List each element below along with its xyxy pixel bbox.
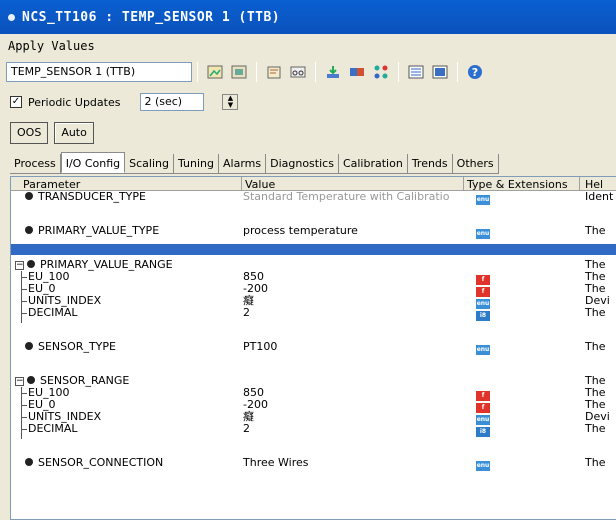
tab-calibration[interactable]: Calibration bbox=[339, 154, 408, 173]
parameter-grid: Parameter Value Type & Extensions Hel TR… bbox=[10, 176, 616, 520]
type-badge: enu bbox=[476, 195, 490, 205]
tab-trends[interactable]: Trends bbox=[408, 154, 453, 173]
param-name: TRANSDUCER_TYPE bbox=[38, 190, 146, 203]
tab-io-config[interactable]: I/O Config bbox=[60, 152, 126, 173]
tab-tuning[interactable]: Tuning bbox=[174, 154, 219, 173]
detail-view-icon[interactable] bbox=[430, 62, 450, 82]
parameter-bullet-icon bbox=[25, 342, 33, 350]
download-icon[interactable] bbox=[323, 62, 343, 82]
tab-process[interactable]: Process bbox=[10, 154, 61, 173]
param-value[interactable]: Three Wires bbox=[243, 457, 308, 469]
param-help: The bbox=[585, 224, 606, 237]
column-divider[interactable] bbox=[579, 177, 580, 191]
collapse-icon[interactable]: − bbox=[15, 377, 24, 386]
help-icon[interactable]: ? bbox=[465, 62, 485, 82]
title-bar: NCS_TT106 : TEMP_SENSOR 1 (TTB) bbox=[0, 0, 616, 34]
picture-icon[interactable] bbox=[229, 62, 249, 82]
toolbar-separator bbox=[256, 62, 257, 82]
param-help: The bbox=[585, 306, 606, 319]
collapse-icon[interactable]: − bbox=[15, 261, 24, 270]
column-divider[interactable] bbox=[241, 177, 242, 191]
table-row[interactable]: PRIMARY_VALUE_TYPE process temperature e… bbox=[11, 224, 616, 239]
param-name: DECIMAL bbox=[28, 306, 78, 319]
glasses-icon[interactable] bbox=[288, 62, 308, 82]
type-badge: i8 bbox=[476, 311, 490, 321]
tab-alarms[interactable]: Alarms bbox=[219, 154, 267, 173]
table-row[interactable]: EU_0 -200 f The bbox=[11, 283, 616, 297]
parameter-bullet-icon bbox=[25, 226, 33, 234]
menu-apply-values[interactable]: Apply Values bbox=[8, 39, 95, 53]
parameter-bullet-icon bbox=[25, 192, 33, 200]
table-row[interactable]: − PRIMARY_VALUE_RANGE The bbox=[11, 259, 616, 271]
table-row[interactable]: SENSOR_TYPE PT100 enu The bbox=[11, 340, 616, 355]
tab-scaling[interactable]: Scaling bbox=[125, 154, 174, 173]
image-icon[interactable] bbox=[205, 62, 225, 82]
param-value[interactable]: PT100 bbox=[243, 341, 277, 353]
periodic-updates-label: Periodic Updates bbox=[28, 95, 121, 109]
grid-header: Parameter Value Type & Extensions Hel bbox=[11, 177, 616, 191]
interval-spinner[interactable]: ▲ ▼ bbox=[222, 94, 239, 110]
param-help: Ident bbox=[585, 190, 614, 203]
transfer-icon[interactable] bbox=[347, 62, 367, 82]
column-divider[interactable] bbox=[463, 177, 464, 191]
table-row[interactable]: DECIMAL 2 i8 The bbox=[11, 306, 616, 321]
table-row[interactable]: SENSOR_CONNECTION Three Wires enu The bbox=[11, 456, 616, 471]
svg-text:?: ? bbox=[472, 66, 478, 79]
list-view-icon[interactable] bbox=[406, 62, 426, 82]
periodic-updates: ✓ Periodic Updates 2 (sec) ▲ ▼ bbox=[10, 92, 239, 112]
mode-buttons: OOS Auto bbox=[10, 122, 100, 144]
param-help: The bbox=[585, 422, 606, 435]
param-help: The bbox=[585, 340, 606, 353]
param-name: DECIMAL bbox=[28, 422, 78, 435]
type-badge: enu bbox=[476, 345, 490, 355]
parameter-bullet-icon bbox=[25, 458, 33, 466]
param-value[interactable]: 2 bbox=[243, 423, 250, 435]
type-badge: enu bbox=[476, 461, 490, 471]
table-row[interactable]: − SENSOR_RANGE The bbox=[11, 375, 616, 387]
toolbar-separator bbox=[315, 62, 316, 82]
column-header-type[interactable]: Type & Extensions bbox=[467, 178, 568, 191]
toolbar-separator bbox=[457, 62, 458, 82]
table-row[interactable]: EU_0 -200 f The bbox=[11, 399, 616, 413]
param-name: SENSOR_TYPE bbox=[38, 340, 116, 353]
param-value[interactable]: process temperature bbox=[243, 225, 358, 237]
toolbar: TEMP_SENSOR 1 (TTB) ? bbox=[0, 58, 616, 86]
type-badge: i8 bbox=[476, 427, 490, 437]
table-row[interactable]: EU_100 850 f The bbox=[11, 387, 616, 401]
table-row[interactable]: DECIMAL 2 i8 The bbox=[11, 422, 616, 437]
auto-button[interactable]: Auto bbox=[54, 122, 94, 144]
toolbar-separator bbox=[197, 62, 198, 82]
param-name: SENSOR_CONNECTION bbox=[38, 456, 164, 469]
tab-bar: Process I/O Config Scaling Tuning Alarms… bbox=[10, 152, 499, 174]
type-badge: enu bbox=[476, 229, 490, 239]
window-icon bbox=[8, 13, 15, 21]
periodic-updates-checkbox[interactable]: ✓ bbox=[10, 96, 22, 108]
table-row[interactable]: EU_100 850 f The bbox=[11, 271, 616, 285]
param-name: PRIMARY_VALUE_TYPE bbox=[38, 224, 160, 237]
menu-bar: Apply Values bbox=[0, 34, 616, 58]
network-icon[interactable] bbox=[371, 62, 391, 82]
oos-button[interactable]: OOS bbox=[10, 122, 49, 144]
tab-others[interactable]: Others bbox=[453, 154, 499, 173]
toolbar-separator bbox=[398, 62, 399, 82]
selected-row-highlight[interactable] bbox=[11, 244, 616, 255]
block-selector[interactable]: TEMP_SENSOR 1 (TTB) bbox=[6, 62, 192, 82]
update-interval-input[interactable]: 2 (sec) bbox=[140, 93, 205, 111]
table-row[interactable]: UNITS_INDEX 癡 enu Devi bbox=[11, 411, 616, 425]
table-row[interactable]: UNITS_INDEX 癡 enu Devi bbox=[11, 295, 616, 309]
param-value[interactable]: Standard Temperature with Calibratio bbox=[243, 191, 449, 203]
edit-icon[interactable] bbox=[264, 62, 284, 82]
parameter-bullet-icon bbox=[27, 376, 35, 384]
tab-diagnostics[interactable]: Diagnostics bbox=[266, 154, 339, 173]
table-row[interactable]: TRANSDUCER_TYPE Standard Temperature wit… bbox=[11, 190, 616, 205]
param-value[interactable]: 2 bbox=[243, 307, 250, 319]
window-title: NCS_TT106 : TEMP_SENSOR 1 (TTB) bbox=[22, 9, 281, 25]
parameter-bullet-icon bbox=[27, 260, 35, 268]
param-help: The bbox=[585, 456, 606, 469]
